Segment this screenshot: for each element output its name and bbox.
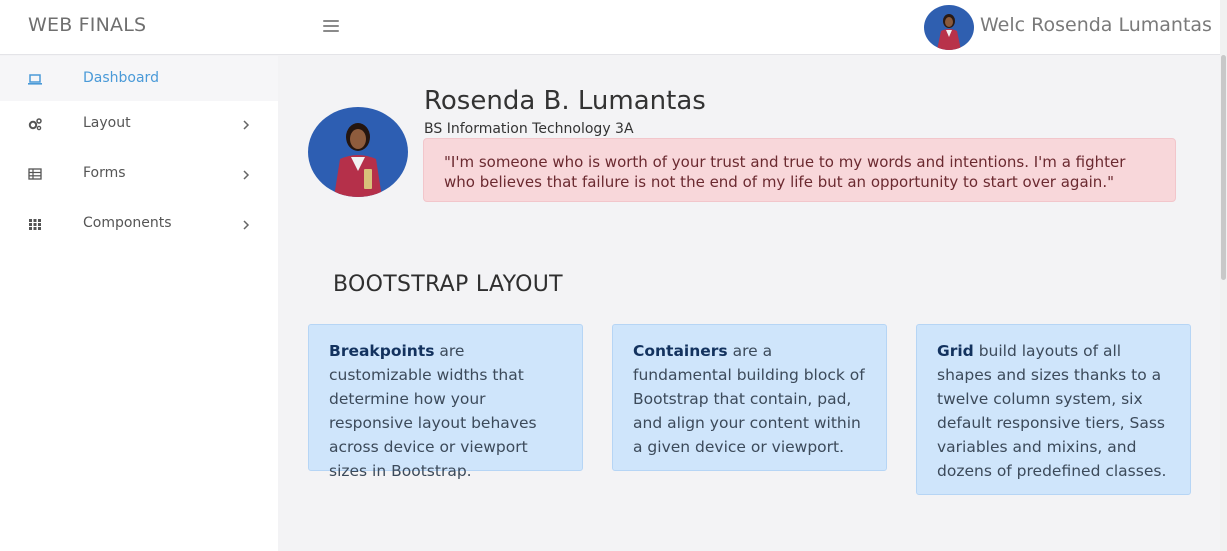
chevron-right-icon [240,117,252,131]
card-term: Containers [633,342,728,360]
profile-name: Rosenda B. Lumantas [424,86,706,116]
quote-alert: "I'm someone who is worth of your trust … [423,138,1176,202]
chevron-right-icon [240,217,252,231]
sidebar-item-layout[interactable]: Layout [0,101,278,151]
card-term: Breakpoints [329,342,435,360]
sidebar-item-label: Dashboard [83,70,159,86]
info-card-breakpoints: Breakpoints are customizable widths that… [308,324,583,480]
info-card-grid: Grid build layouts of all shapes and siz… [916,324,1191,495]
sidebar-item-label: Layout [83,115,131,131]
profile-course: BS Information Technology 3A [424,121,634,137]
sidebar-item-components[interactable]: Components [0,201,278,251]
welcome-user-text[interactable]: Welc Rosenda Lumantas [980,14,1212,36]
table-icon [28,166,42,180]
vertical-scrollbar[interactable] [1220,0,1227,551]
card-text: build layouts of all shapes and sizes th… [937,342,1167,480]
hamburger-menu-icon[interactable] [323,20,339,34]
section-title: BOOTSTRAP LAYOUT [333,272,563,297]
user-avatar[interactable] [924,5,974,50]
card-term: Grid [937,342,974,360]
card-text: are customizable widths that determine h… [329,342,537,480]
sidebar-item-label: Forms [83,165,126,181]
sidebar-item-dashboard[interactable]: Dashboard [0,56,278,101]
top-navbar: WEB FINALS Welc Rosenda Lumantas [0,0,1220,55]
sidebar: Dashboard Layout Forms Components [0,56,278,551]
brand-title[interactable]: WEB FINALS [28,14,146,36]
sidebar-item-forms[interactable]: Forms [0,151,278,201]
quote-text: "I'm someone who is worth of your trust … [444,153,1126,191]
sidebar-item-label: Components [83,215,172,231]
info-card-containers: Containers are a fundamental building bl… [612,324,887,471]
gears-icon [28,116,42,131]
scrollbar-thumb[interactable] [1221,55,1226,280]
grid-icon [28,216,42,230]
laptop-icon [28,71,42,85]
chevron-right-icon [240,167,252,181]
profile-photo [308,107,408,197]
